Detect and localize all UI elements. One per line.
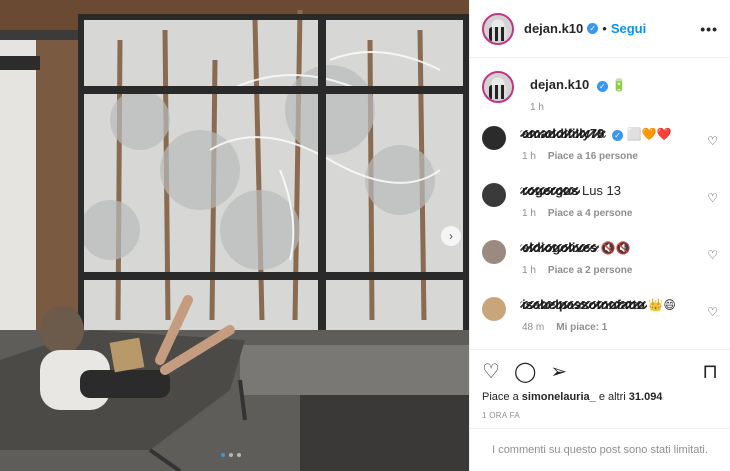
comment-time: 1 h: [522, 151, 536, 162]
likes-summary[interactable]: Piace a simonelauria_ e altri 31.094: [482, 391, 718, 403]
comment-avatar[interactable]: [482, 240, 506, 264]
comment-username[interactable]: amaddifilly78: [519, 126, 607, 141]
comments-limited-notice: I commenti su questo post sono stati lim…: [470, 428, 730, 471]
carousel-dot: [221, 453, 225, 457]
author-avatar[interactable]: [482, 12, 514, 45]
comment-likes[interactable]: Mi piace: 1: [556, 322, 607, 333]
caption-text: 🔋: [611, 78, 627, 92]
more-options-icon[interactable]: •••: [700, 21, 718, 37]
verified-badge-icon: ✓: [587, 23, 599, 34]
carousel-next-button[interactable]: ›: [441, 226, 461, 246]
post-timestamp[interactable]: 1 ORA FA: [482, 411, 718, 420]
comment-like-icon[interactable]: ♡: [707, 305, 718, 319]
comments-list[interactable]: dejan.k10 ✓ 🔋 1 h amaddifilly78 ✓ ⬜🧡❤️ 1…: [470, 59, 730, 349]
chevron-right-icon: ›: [449, 229, 453, 243]
comment-time: 1 h: [522, 208, 536, 219]
comment-like-icon[interactable]: ♡: [707, 248, 718, 262]
photo-scene: [0, 0, 469, 471]
likes-prefix: Piace a: [482, 391, 519, 403]
separator: •: [602, 21, 607, 36]
comment-bubble-icon[interactable]: ◯: [514, 362, 536, 382]
verified-badge-icon: ✓: [612, 130, 623, 141]
comment-likes[interactable]: Piace a 4 persone: [548, 208, 633, 219]
paper-plane-icon[interactable]: ➢: [550, 362, 567, 382]
carousel-dot: [237, 453, 241, 457]
caption-avatar[interactable]: [482, 71, 514, 103]
likes-connector: e altri: [598, 391, 626, 403]
verified-badge-icon: ✓: [596, 81, 608, 92]
comment-avatar[interactable]: [482, 297, 506, 321]
carousel-dot: [229, 453, 233, 457]
comment-likes[interactable]: Piace a 2 persone: [548, 265, 633, 276]
likes-count[interactable]: 31.094: [629, 391, 663, 403]
caption-time: 1 h: [530, 102, 544, 113]
carousel-indicator: [221, 453, 241, 457]
bookmark-icon[interactable]: ⊓: [702, 362, 718, 382]
comment-username[interactable]: isabelpassotnofatto: [520, 297, 647, 312]
comment-text: Lus 13: [581, 183, 622, 198]
comment-item: isabelpassotnofatto 👑😄 48 m Mi piace: 1 …: [482, 297, 718, 333]
comment-username[interactable]: eldiogolives: [519, 240, 600, 255]
post-side-panel: dejan.k10 ✓ • Segui ••• dejan.k10 ✓ 🔋 1 …: [469, 0, 730, 471]
comment-avatar[interactable]: [482, 126, 506, 150]
author-username[interactable]: dejan.k10: [524, 21, 583, 36]
comment-item: rogergos Lus 13 1 h Piace a 4 persone ♡: [482, 183, 718, 219]
comment-time: 48 m: [522, 322, 545, 333]
post-actions: ♡ ◯ ➢ ⊓ Piace a simonelauria_ e altri 31…: [470, 349, 730, 420]
comment-item: eldiogolives 🔇🔇 1 h Piace a 2 persone ♡: [482, 240, 718, 276]
post-header: dejan.k10 ✓ • Segui •••: [470, 0, 730, 58]
comment-text: 👑😄: [648, 298, 676, 312]
comment-avatar[interactable]: [482, 183, 506, 207]
comment-time: 1 h: [522, 265, 536, 276]
comment-like-icon[interactable]: ♡: [707, 134, 718, 148]
heart-outline-icon[interactable]: ♡: [482, 362, 500, 382]
comment-item: amaddifilly78 ✓ ⬜🧡❤️ 1 h Piace a 16 pers…: [482, 126, 718, 162]
comment-text: ⬜🧡❤️: [626, 127, 672, 141]
caption-username[interactable]: dejan.k10: [530, 77, 589, 92]
post-photo[interactable]: ›: [0, 0, 469, 471]
comment-username[interactable]: rogergos: [519, 183, 581, 198]
follow-button[interactable]: Segui: [611, 21, 646, 36]
comment-likes[interactable]: Piace a 16 persone: [548, 151, 638, 162]
comment-like-icon[interactable]: ♡: [707, 191, 718, 205]
comment-text: 🔇🔇: [600, 241, 631, 255]
likes-user[interactable]: simonelauria_: [522, 391, 596, 403]
caption: dejan.k10 ✓ 🔋 1 h: [482, 71, 718, 113]
